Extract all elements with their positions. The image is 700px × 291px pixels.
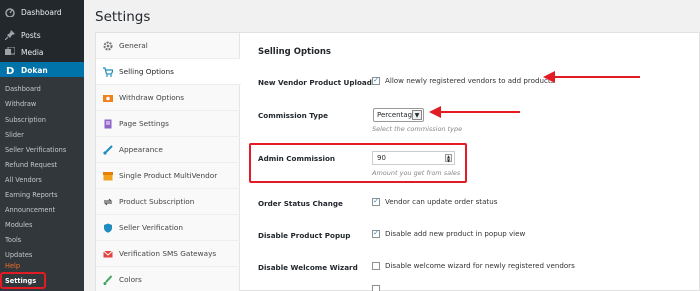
new-vendor-upload-field: ✓ Allow newly registered vendors to add … <box>372 76 554 85</box>
submenu-item[interactable]: Dashboard <box>5 82 41 95</box>
tab-label: Seller Verification <box>119 223 183 232</box>
sidebar-item-label: Posts <box>21 30 41 40</box>
page-title: Settings <box>95 9 151 25</box>
dokan-submenu: Dashboard Withdraw Subscription Slider S… <box>0 77 84 291</box>
dokan-logo-icon: D <box>5 65 15 75</box>
disable-wizard-label: Disable Welcome Wizard <box>258 263 358 272</box>
commission-type-label: Commission Type <box>258 111 328 120</box>
new-vendor-upload-checkbox[interactable]: ✓ <box>372 76 380 85</box>
sidebar-item-label: Dashboard <box>21 7 62 17</box>
tab-label: General <box>119 41 148 50</box>
multivendor-icon <box>103 171 113 181</box>
disable-wizard-checkbox[interactable] <box>372 261 380 270</box>
order-status-label: Order Status Change <box>258 199 343 208</box>
admin-commission-highlight-box <box>249 143 467 183</box>
tab-product-subscription[interactable]: Product Subscription <box>96 189 240 215</box>
admin-sidebar: Dashboard Posts Media D Dokan Dashboard … <box>0 0 84 291</box>
arrow-head-commission-type <box>429 106 441 118</box>
brush-icon <box>103 144 113 155</box>
section-title: Selling Options <box>258 47 331 57</box>
tab-label: Page Settings <box>119 119 169 128</box>
submenu-item[interactable]: Seller Verifications <box>5 143 66 156</box>
sidebar-item-dashboard[interactable]: Dashboard <box>0 4 84 20</box>
tab-general[interactable]: General <box>96 33 240 59</box>
next-row-field <box>372 285 385 291</box>
tab-label: Withdraw Options <box>119 93 185 102</box>
submenu-item[interactable]: Modules <box>5 218 32 231</box>
tab-single-product-multivendor[interactable]: Single Product MultiVendor <box>96 163 240 189</box>
tab-label: Colors <box>119 275 142 284</box>
commission-type-value: Percentage <box>377 111 417 119</box>
order-status-text: Vendor can update order status <box>385 197 498 206</box>
commission-type-select[interactable]: Percentage ▼ <box>373 108 424 122</box>
tab-verification-sms-gateways[interactable]: Verification SMS Gateways <box>96 241 240 267</box>
next-row-checkbox[interactable] <box>372 285 380 291</box>
submenu-item[interactable]: All Vendors <box>5 173 42 186</box>
disable-wizard-field: Disable welcome wizard for newly registe… <box>372 261 575 270</box>
dashboard-icon <box>5 7 15 17</box>
disable-popup-label: Disable Product Popup <box>258 231 351 240</box>
sidebar-item-media[interactable]: Media <box>0 44 84 60</box>
sidebar-item-label: Dokan <box>21 65 48 75</box>
mail-icon <box>103 249 113 259</box>
tab-label: Product Subscription <box>119 197 195 206</box>
tab-withdraw-options[interactable]: Withdraw Options <box>96 85 240 111</box>
tab-page-settings[interactable]: Page Settings <box>96 111 240 137</box>
cart-icon <box>103 66 113 77</box>
tab-label: Appearance <box>119 145 163 154</box>
tab-label: Verification SMS Gateways <box>119 249 217 258</box>
page-icon <box>103 119 113 129</box>
order-status-checkbox[interactable]: ✓ <box>372 197 380 206</box>
tab-colors[interactable]: Colors <box>96 267 240 291</box>
pin-icon <box>5 30 15 40</box>
tab-seller-verification[interactable]: Seller Verification <box>96 215 240 241</box>
withdraw-icon <box>103 93 113 103</box>
tab-label: Selling Options <box>119 67 174 76</box>
submenu-item-help[interactable]: Help <box>5 259 20 272</box>
submenu-item[interactable]: Withdraw <box>5 97 36 110</box>
subscription-icon <box>103 197 113 207</box>
shield-icon <box>103 223 113 233</box>
order-status-field: ✓ Vendor can update order status <box>372 197 497 206</box>
submenu-item[interactable]: Refund Request <box>5 158 57 171</box>
submenu-item[interactable]: Tools <box>5 233 21 246</box>
gear-icon <box>103 41 113 51</box>
sidebar-item-posts[interactable]: Posts <box>0 27 84 43</box>
chevron-down-icon: ▼ <box>412 110 422 120</box>
submenu-item[interactable]: Announcement <box>5 203 55 216</box>
sidebar-item-label: Media <box>21 47 44 57</box>
settings-tabs: General Selling Options Withdraw Options… <box>96 33 241 291</box>
disable-popup-text: Disable add new product in popup view <box>385 229 526 238</box>
commission-type-desc: Select the commission type <box>372 125 463 133</box>
arrow-new-vendor <box>554 76 640 78</box>
paint-icon <box>103 274 113 285</box>
new-vendor-upload-label: New Vendor Product Upload <box>258 78 372 87</box>
submenu-item[interactable]: Subscription <box>5 113 46 126</box>
disable-wizard-text: Disable welcome wizard for newly registe… <box>385 261 575 270</box>
arrow-head-new-vendor <box>543 71 555 83</box>
media-icon <box>5 47 15 57</box>
new-vendor-upload-text: Allow newly registered vendors to add pr… <box>385 76 555 85</box>
submenu-item[interactable]: Slider <box>5 128 24 141</box>
disable-popup-checkbox[interactable]: ✓ <box>372 229 380 238</box>
disable-popup-field: ✓ Disable add new product in popup view <box>372 229 525 238</box>
submenu-item[interactable]: Earning Reports <box>5 188 58 201</box>
tab-selling-options[interactable]: Selling Options <box>96 59 241 85</box>
tab-appearance[interactable]: Appearance <box>96 137 240 163</box>
svg-text:D: D <box>6 66 14 75</box>
arrow-commission-type <box>440 111 520 113</box>
tab-label: Single Product MultiVendor <box>119 171 218 180</box>
settings-highlight-box <box>0 272 46 289</box>
sidebar-item-dokan[interactable]: D Dokan <box>0 62 84 78</box>
